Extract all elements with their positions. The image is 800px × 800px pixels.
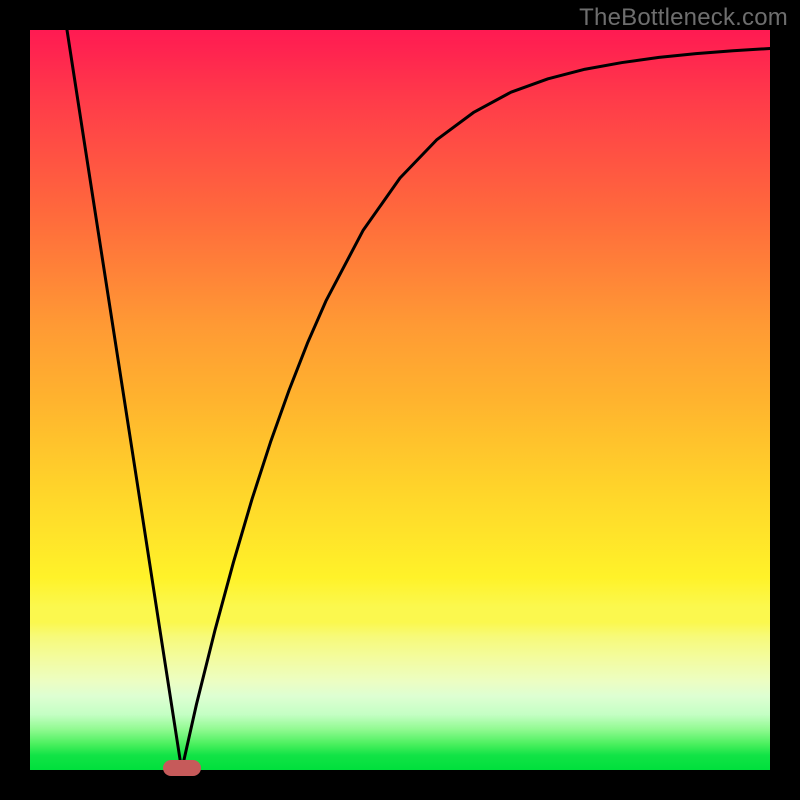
watermark-text: TheBottleneck.com — [579, 4, 788, 32]
optimal-point-marker — [163, 760, 201, 776]
bottleneck-curve — [67, 30, 770, 770]
curve-svg — [30, 30, 770, 770]
plot-area — [30, 30, 770, 770]
chart-frame: TheBottleneck.com — [0, 0, 800, 800]
